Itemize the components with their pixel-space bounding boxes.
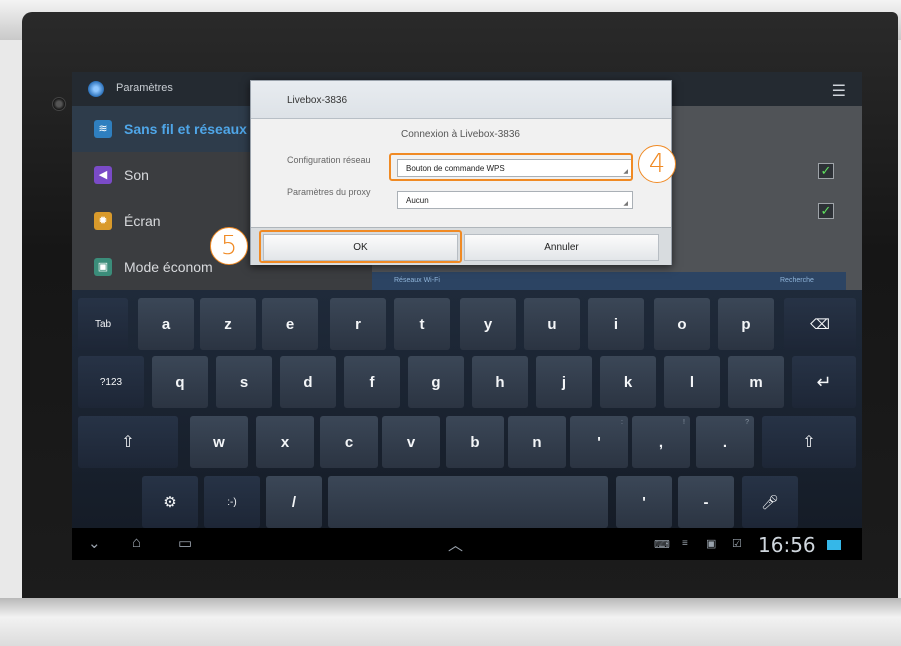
key-l[interactable]: l bbox=[664, 356, 720, 408]
camera-icon bbox=[52, 97, 66, 111]
shift-key-right[interactable]: ⇧ bbox=[762, 416, 856, 468]
key-z[interactable]: z bbox=[200, 298, 256, 350]
key-label: ' bbox=[597, 433, 601, 451]
key-w[interactable]: w bbox=[190, 416, 248, 468]
key-e[interactable]: e bbox=[262, 298, 318, 350]
checkbox-notification-icon: ☑ bbox=[732, 538, 742, 550]
key-smiley[interactable]: :-) bbox=[204, 476, 260, 528]
key-symbols[interactable]: ?123 bbox=[78, 356, 144, 408]
key-v[interactable]: v bbox=[382, 416, 440, 468]
network-config-label: Configuration réseau bbox=[287, 155, 371, 165]
sidebar-item-label: Sans fil et réseaux bbox=[124, 121, 247, 137]
key-p[interactable]: p bbox=[718, 298, 774, 350]
gear-icon: ⚙ bbox=[163, 494, 177, 511]
shift-icon: ⇧ bbox=[802, 434, 816, 451]
enter-key[interactable]: ↵ bbox=[792, 356, 856, 408]
chevron-up-icon[interactable]: ︿ bbox=[448, 534, 463, 555]
key-t[interactable]: t bbox=[394, 298, 450, 350]
key-label: . bbox=[722, 433, 728, 451]
connection-dialog: Livebox-3836 Connexion à Livebox-3836 Co… bbox=[250, 80, 672, 265]
callout-step-4: 4 bbox=[638, 145, 676, 183]
settings-key[interactable]: ⚙ bbox=[142, 476, 198, 528]
wifi-section-header bbox=[372, 272, 846, 292]
key-label: , bbox=[658, 433, 664, 451]
menu-icon[interactable]: ☰ bbox=[832, 81, 846, 101]
brightness-icon: ✹ bbox=[94, 212, 112, 230]
key-b[interactable]: b bbox=[446, 416, 504, 468]
key-period[interactable]: .? bbox=[696, 416, 754, 468]
key-m[interactable]: m bbox=[728, 356, 784, 408]
shift-key-left[interactable]: ⇧ bbox=[78, 416, 178, 468]
key-s[interactable]: s bbox=[216, 356, 272, 408]
callout-step-5: 5 bbox=[210, 227, 248, 265]
key-c[interactable]: c bbox=[320, 416, 378, 468]
speaker-icon: ◀ bbox=[94, 166, 112, 184]
recent-apps-icon[interactable]: ▭ bbox=[178, 534, 192, 552]
key-dash[interactable]: - bbox=[678, 476, 734, 528]
key-quote[interactable]: ' bbox=[616, 476, 672, 528]
enter-icon: ↵ bbox=[816, 371, 832, 392]
key-d[interactable]: d bbox=[280, 356, 336, 408]
system-bar: ⌄ ⌂ ▭ ︿ ⌨ ≡ ▣ ☑ 16:56 bbox=[72, 528, 862, 560]
key-q[interactable]: q bbox=[152, 356, 208, 408]
clock: 16:56 bbox=[758, 533, 816, 557]
key-tab[interactable]: Tab bbox=[78, 298, 128, 350]
signal-icon bbox=[827, 540, 841, 550]
download-icon: ▣ bbox=[706, 538, 717, 550]
battery-icon: ▣ bbox=[94, 258, 112, 276]
key-r[interactable]: r bbox=[330, 298, 386, 350]
home-icon[interactable]: ⌂ bbox=[132, 534, 141, 551]
dialog-title: Livebox-3836 bbox=[251, 81, 671, 119]
key-h[interactable]: h bbox=[472, 356, 528, 408]
highlight-ok bbox=[259, 230, 462, 263]
keyboard-icon: ⌨ bbox=[654, 539, 670, 551]
key-comma[interactable]: ,! bbox=[632, 416, 690, 468]
shift-icon: ⇧ bbox=[121, 434, 135, 451]
tablet-frame-bottom bbox=[0, 598, 901, 646]
key-y[interactable]: y bbox=[460, 298, 516, 350]
voice-input-key[interactable]: 🎤︎ bbox=[742, 476, 798, 528]
key-a[interactable]: a bbox=[138, 298, 194, 350]
proxy-label: Paramètres du proxy bbox=[287, 187, 371, 197]
key-hint: ! bbox=[683, 419, 685, 426]
microphone-icon: 🎤︎ bbox=[761, 493, 779, 510]
tablet-screen: Paramètres ☰ ≋ Sans fil et réseaux ◀ Son… bbox=[72, 72, 862, 560]
key-i[interactable]: i bbox=[588, 298, 644, 350]
settings-app-icon bbox=[88, 81, 104, 97]
search-link[interactable]: Recherche bbox=[780, 277, 814, 284]
key-f[interactable]: f bbox=[344, 356, 400, 408]
space-bar[interactable] bbox=[328, 476, 608, 528]
key-u[interactable]: u bbox=[524, 298, 580, 350]
key-hint: : bbox=[621, 419, 623, 426]
key-g[interactable]: g bbox=[408, 356, 464, 408]
dropdown-arrow-icon: ◢ bbox=[623, 201, 628, 207]
proxy-select[interactable]: Aucun ◢ bbox=[397, 191, 633, 209]
key-apostrophe[interactable]: ': bbox=[570, 416, 628, 468]
key-k[interactable]: k bbox=[600, 356, 656, 408]
key-slash[interactable]: / bbox=[266, 476, 322, 528]
wifi-icon: ≋ bbox=[94, 120, 112, 138]
key-o[interactable]: o bbox=[654, 298, 710, 350]
proxy-value: Aucun bbox=[406, 196, 429, 205]
backspace-icon: ⌫ bbox=[810, 315, 830, 332]
highlight-network-config bbox=[389, 153, 633, 181]
sidebar-item-label: Mode économ bbox=[124, 259, 213, 275]
wifi-checkbox[interactable]: ✓ bbox=[818, 163, 834, 179]
key-hint: ? bbox=[745, 419, 749, 426]
hide-keyboard-icon[interactable]: ⌄ bbox=[88, 534, 101, 552]
cancel-button[interactable]: Annuler bbox=[464, 234, 659, 261]
wifi-section-label: Réseaux Wi-Fi bbox=[394, 277, 440, 284]
key-j[interactable]: j bbox=[536, 356, 592, 408]
sidebar-item-label: Écran bbox=[124, 213, 161, 229]
sidebar-item-label: Son bbox=[124, 167, 149, 183]
backspace-key[interactable]: ⌫ bbox=[784, 298, 856, 350]
key-n[interactable]: n bbox=[508, 416, 566, 468]
on-screen-keyboard: Tab a z e r t y u i o p ⌫ ?123 q s d f g… bbox=[72, 290, 862, 528]
dialog-subtitle: Connexion à Livebox-3836 bbox=[401, 129, 520, 140]
notify-checkbox[interactable]: ✓ bbox=[818, 203, 834, 219]
notification-icon: ≡ bbox=[682, 538, 688, 549]
key-x[interactable]: x bbox=[256, 416, 314, 468]
app-title: Paramètres bbox=[116, 82, 173, 94]
